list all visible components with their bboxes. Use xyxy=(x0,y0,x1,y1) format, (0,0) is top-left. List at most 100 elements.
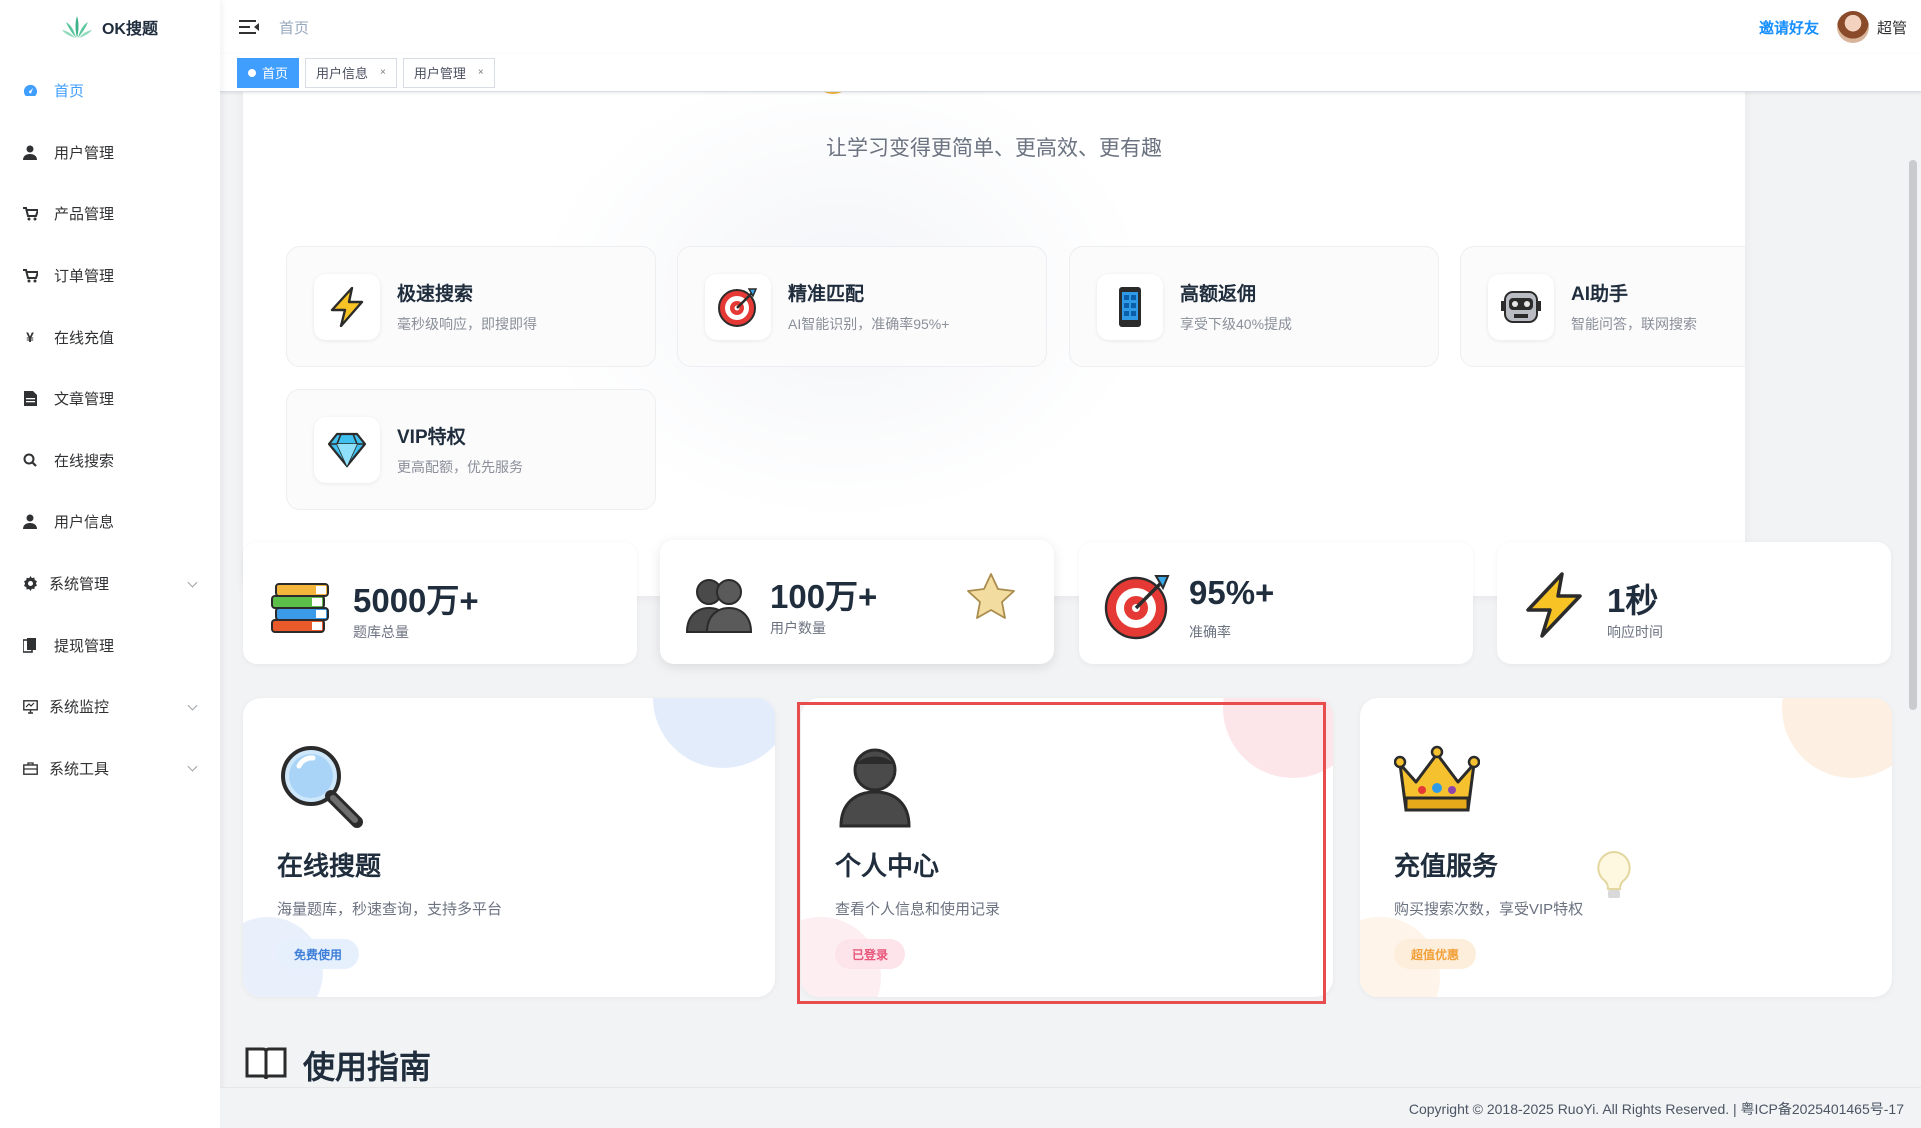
stat-label: 响应时间 xyxy=(1607,624,1663,640)
decorative-circle xyxy=(1782,698,1892,778)
invite-friends-link[interactable]: 邀请好友 xyxy=(1759,17,1819,38)
tags-view: 首页 用户信息 × 用户管理 × xyxy=(220,54,1921,92)
stat-card-question-bank: 5000万+ 题库总量 xyxy=(243,542,637,664)
decorative-circle xyxy=(1223,698,1333,778)
feature-title: 极速搜索 xyxy=(397,284,474,305)
feature-desc: 享受下级40%提成 xyxy=(1180,316,1293,332)
lightbulb-icon xyxy=(1594,850,1634,907)
robot-icon xyxy=(1488,273,1554,340)
feature-title: 精准匹配 xyxy=(788,284,865,305)
stat-label: 题库总量 xyxy=(353,624,409,640)
feature-desc: AI智能识别，准确率95%+ xyxy=(788,316,950,332)
feature-card-precise-match[interactable]: 精准匹配 AI智能识别，准确率95%+ xyxy=(677,246,1047,367)
book-icon xyxy=(245,1045,287,1086)
card-recharge-service[interactable]: 充值服务 购买搜索次数，享受VIP特权 超值优惠 xyxy=(1360,698,1892,997)
feature-card-commission[interactable]: 高额返佣 享受下级40%提成 xyxy=(1069,246,1439,367)
feature-card-ai-assistant[interactable]: AI助手 智能问答，联网搜索 xyxy=(1460,246,1745,367)
feature-title: 高额返佣 xyxy=(1180,284,1257,305)
card-title: 在线搜题 xyxy=(277,851,382,881)
hero-section: 让学习变得更简单、更高效、更有趣 极速搜索 毫秒级响应，即搜即得 精准匹配 AI… xyxy=(243,92,1745,596)
tab-user-info[interactable]: 用户信息 × xyxy=(305,57,397,88)
lightning-icon xyxy=(1522,572,1586,638)
sidebar-item-label: 提现管理 xyxy=(54,637,115,655)
stat-label: 准确率 xyxy=(1189,624,1231,640)
stat-value: 100万+ xyxy=(770,578,878,615)
sidebar-item-system-monitor[interactable]: 系统监控 xyxy=(0,676,220,738)
document-icon xyxy=(22,391,38,407)
sidebar-item-label: 文章管理 xyxy=(54,391,115,409)
menu-toggle-icon[interactable] xyxy=(239,19,259,35)
feature-card-fast-search[interactable]: 极速搜索 毫秒级响应，即搜即得 xyxy=(286,246,656,367)
copyright-text: Copyright © 2018-2025 RuoYi. All Rights … xyxy=(1408,1101,1904,1117)
phone-icon xyxy=(1097,273,1163,340)
avatar[interactable] xyxy=(1836,11,1869,43)
sidebar-item-label: 系统监控 xyxy=(49,699,110,717)
feature-desc: 毫秒级响应，即搜即得 xyxy=(397,316,537,332)
stat-card-response-time: 1秒 响应时间 xyxy=(1497,542,1891,664)
search-icon xyxy=(22,452,38,468)
sidebar-item-system-tools[interactable]: 系统工具 xyxy=(0,738,220,800)
logo[interactable]: OK搜题 xyxy=(0,0,220,54)
scrollbar[interactable] xyxy=(1909,160,1917,710)
dashboard-icon xyxy=(22,83,38,99)
sidebar-item-label: 首页 xyxy=(54,83,85,101)
card-desc: 海量题库，秒速查询，支持多平台 xyxy=(277,901,503,918)
username[interactable]: 超管 xyxy=(1877,17,1907,38)
card-personal-center[interactable]: 个人中心 查看个人信息和使用记录 已登录 xyxy=(801,698,1333,997)
sidebar-item-user-management[interactable]: 用户管理 xyxy=(0,122,220,184)
sidebar-item-online-search[interactable]: 在线搜索 xyxy=(0,430,220,492)
feature-desc: 更高配额，优先服务 xyxy=(397,459,523,475)
feature-card-vip[interactable]: VIP特权 更高配额，优先服务 xyxy=(286,389,656,510)
decorative-circle xyxy=(653,698,775,768)
navbar-right: 邀请好友 超管 xyxy=(1759,0,1921,54)
sidebar-item-system-management[interactable]: 系统管理 xyxy=(0,553,220,615)
sidebar-item-label: 产品管理 xyxy=(54,206,115,224)
tab-home[interactable]: 首页 xyxy=(237,57,300,88)
sidebar-item-order-management[interactable]: 订单管理 xyxy=(0,245,220,307)
card-desc: 查看个人信息和使用记录 xyxy=(835,901,1001,918)
target-icon xyxy=(1104,572,1170,640)
magnifier-icon xyxy=(277,742,363,828)
stat-label: 用户数量 xyxy=(770,620,826,636)
feature-title: VIP特权 xyxy=(397,427,466,448)
close-icon[interactable]: × xyxy=(380,67,386,78)
sidebar-item-product-management[interactable]: 产品管理 xyxy=(0,183,220,245)
chevron-down-icon xyxy=(187,761,198,772)
sidebar-item-user-info[interactable]: 用户信息 xyxy=(0,491,220,553)
clipboard-icon xyxy=(22,637,38,653)
chevron-down-icon xyxy=(187,700,198,711)
sidebar-item-label: 用户管理 xyxy=(54,144,115,162)
main-content: 让学习变得更简单、更高效、更有趣 极速搜索 毫秒级响应，即搜即得 精准匹配 AI… xyxy=(220,92,1921,1087)
stat-card-accuracy: 95%+ 准确率 xyxy=(1079,542,1473,664)
sidebar-item-home[interactable]: 首页 xyxy=(0,60,220,122)
toolbox-icon xyxy=(22,760,38,776)
sidebar-item-withdrawal-management[interactable]: 提现管理 xyxy=(0,614,220,676)
tab-user-management[interactable]: 用户管理 × xyxy=(402,57,495,88)
card-title: 充值服务 xyxy=(1394,851,1499,881)
feature-title: AI助手 xyxy=(1571,284,1629,305)
monitor-icon xyxy=(22,699,38,715)
active-dot-icon xyxy=(248,68,256,77)
lightning-icon xyxy=(314,273,380,340)
cart-icon xyxy=(22,206,38,222)
sidebar-item-recharge[interactable]: ¥ 在线充值 xyxy=(0,306,220,368)
card-title: 个人中心 xyxy=(835,851,940,881)
sidebar-item-label: 用户信息 xyxy=(54,514,115,532)
sidebar-item-label: 系统管理 xyxy=(49,576,110,594)
hero-subtitle: 让学习变得更简单、更高效、更有趣 xyxy=(826,137,1162,160)
guide-section: 使用指南 xyxy=(245,1042,431,1087)
card-online-search[interactable]: 在线搜题 海量题库，秒速查询，支持多平台 免费使用 xyxy=(243,698,775,997)
status-badge: 免费使用 xyxy=(277,939,360,969)
stat-card-users: 100万+ 用户数量 xyxy=(660,540,1054,664)
card-desc: 购买搜索次数，享受VIP特权 xyxy=(1394,901,1584,918)
guide-title: 使用指南 xyxy=(303,1049,432,1085)
sidebar-item-label: 在线搜索 xyxy=(54,452,115,470)
user-icon xyxy=(22,514,38,530)
crown-icon xyxy=(1393,742,1481,828)
tab-label: 用户管理 xyxy=(413,66,466,81)
breadcrumb[interactable]: 首页 xyxy=(279,17,309,38)
app-title: OK搜题 xyxy=(101,21,158,38)
logo-icon xyxy=(61,16,92,38)
sidebar-item-article-management[interactable]: 文章管理 xyxy=(0,368,220,430)
close-icon[interactable]: × xyxy=(478,67,484,78)
